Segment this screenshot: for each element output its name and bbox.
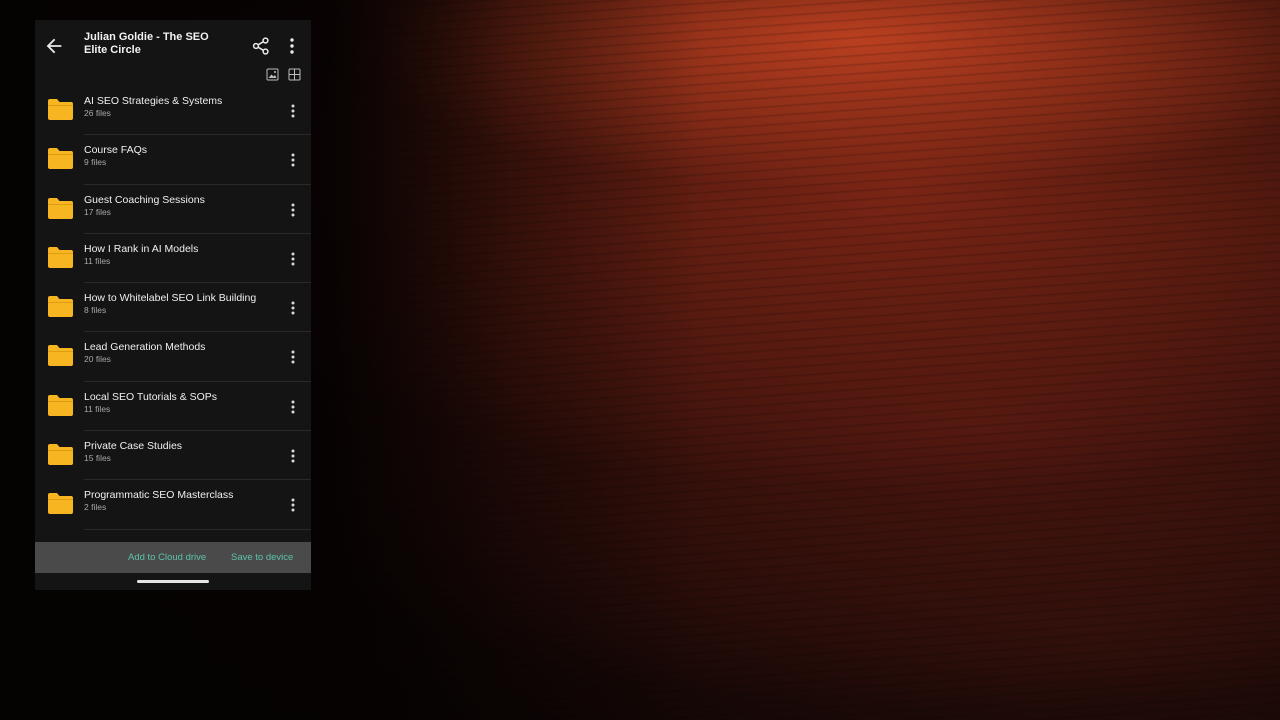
folder-name: Local SEO Tutorials & SOPs: [84, 390, 218, 403]
more-vertical-icon[interactable]: [286, 448, 300, 464]
folder-name: Private Case Studies: [84, 440, 183, 453]
folder-icon: [48, 246, 73, 268]
folder-row[interactable]: Guest Coaching Sessions 17 files: [35, 185, 311, 234]
image-view-icon[interactable]: [266, 68, 279, 81]
folder-icon: [48, 296, 73, 318]
folder-name: How to Whitelabel SEO Link Building: [84, 292, 257, 305]
folder-row-partial[interactable]: [35, 530, 311, 542]
folder-row[interactable]: How I Rank in AI Models 11 files: [35, 234, 311, 284]
folder-icon: [48, 197, 73, 219]
more-vertical-icon[interactable]: [286, 300, 300, 316]
folder-file-count: 8 files: [84, 305, 107, 316]
folder-file-count: 11 files: [84, 403, 111, 414]
folder-name: Lead Generation Methods: [84, 341, 206, 354]
back-arrow-icon[interactable]: [43, 35, 65, 57]
action-bar: Add to Cloud drive Save to device: [35, 542, 311, 573]
more-vertical-icon[interactable]: [286, 251, 300, 267]
folder-icon: [48, 148, 73, 170]
save-to-device-button[interactable]: Save to device: [231, 552, 293, 563]
folder-name: Guest Coaching Sessions: [84, 193, 205, 206]
folder-row[interactable]: How to Whitelabel SEO Link Building 8 fi…: [35, 283, 311, 333]
page-title: Julian Goldie - The SEO Elite Circle: [84, 31, 209, 56]
more-vertical-icon[interactable]: [286, 103, 300, 119]
more-vertical-icon[interactable]: [286, 202, 300, 218]
folder-row[interactable]: Local SEO Tutorials & SOPs 11 files: [35, 382, 311, 432]
folder-name: Programmatic SEO Masterclass: [84, 489, 234, 502]
folder-icon: [48, 99, 73, 120]
folder-name: AI SEO Strategies & Systems: [84, 95, 223, 107]
folder-file-count: 9 files: [84, 157, 107, 168]
folder-file-count: 11 files: [84, 255, 111, 266]
more-vertical-icon[interactable]: [286, 497, 300, 513]
folder-icon: [48, 493, 73, 515]
folder-list: AI SEO Strategies & Systems 26 files Cou…: [35, 86, 311, 542]
add-to-cloud-drive-button[interactable]: Add to Cloud drive: [128, 552, 206, 563]
folder-name: How I Rank in AI Models: [84, 242, 199, 255]
more-vertical-icon[interactable]: [284, 36, 300, 56]
share-icon[interactable]: [251, 36, 271, 56]
folder-file-count: 17 files: [84, 206, 111, 217]
folder-file-count: 20 files: [84, 354, 111, 365]
grid-view-icon[interactable]: [288, 68, 301, 81]
folder-row[interactable]: Programmatic SEO Masterclass 2 files: [35, 480, 311, 530]
folder-file-count: 26 files: [84, 108, 111, 118]
more-vertical-icon[interactable]: [286, 349, 300, 365]
gesture-nav-handle[interactable]: [137, 580, 209, 583]
file-browser-window: Julian Goldie - The SEO Elite Circle AI …: [35, 20, 311, 590]
folder-row[interactable]: Private Case Studies 15 files: [35, 431, 311, 481]
folder-row[interactable]: Lead Generation Methods 20 files: [35, 332, 311, 382]
folder-icon: [48, 444, 73, 466]
folder-row[interactable]: AI SEO Strategies & Systems 26 files: [35, 86, 311, 136]
folder-file-count: 2 files: [84, 502, 107, 513]
folder-row[interactable]: Course FAQs 9 files: [35, 135, 311, 185]
folder-icon: [48, 394, 73, 416]
folder-icon: [48, 345, 73, 367]
folder-name: Course FAQs: [84, 144, 148, 157]
more-vertical-icon[interactable]: [286, 152, 300, 168]
more-vertical-icon[interactable]: [286, 399, 300, 415]
folder-file-count: 15 files: [84, 453, 111, 464]
